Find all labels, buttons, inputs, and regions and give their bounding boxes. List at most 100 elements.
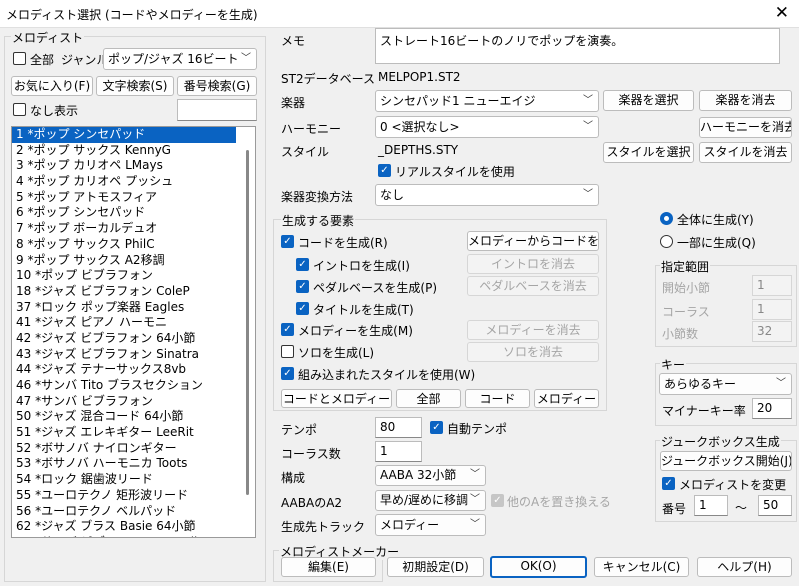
close-icon[interactable]: ✕ bbox=[775, 3, 789, 23]
list-item[interactable]: 8 *ポップ サックス PhilC bbox=[12, 237, 255, 253]
auto-tempo-label: 自動テンポ bbox=[447, 422, 508, 436]
clear-pedal-button[interactable]: ペダルベースを消去 bbox=[467, 276, 599, 296]
track-label: 生成先トラック bbox=[281, 520, 366, 534]
select-style-button[interactable]: スタイルを選択 bbox=[603, 142, 694, 163]
chord-button[interactable]: コード bbox=[465, 389, 530, 408]
solo-checkbox[interactable] bbox=[281, 345, 294, 358]
real-style-checkbox[interactable]: ✓ bbox=[378, 164, 391, 177]
clear-melody-button[interactable]: メロディーを消去 bbox=[467, 320, 599, 340]
harmony-select[interactable]: 0 <選択なし> ﹀ bbox=[375, 116, 599, 138]
number-search-button[interactable]: 番号検索(G) bbox=[177, 76, 257, 96]
list-item[interactable]: 9 *ポップ サックス A2移調 bbox=[12, 253, 255, 269]
clear-instrument-button[interactable]: 楽器を消去 bbox=[699, 90, 792, 111]
list-item[interactable]: 1 *ポップ シンセパッド bbox=[12, 127, 236, 143]
track-value: メロディー bbox=[380, 518, 440, 532]
change-melodist-checkbox[interactable]: ✓ bbox=[662, 477, 675, 490]
builtin-style-checkbox[interactable]: ✓ bbox=[281, 367, 294, 380]
aaba-label: AABAのA2 bbox=[281, 496, 343, 510]
list-item[interactable]: 54 *ロック 鋸歯波リード bbox=[12, 472, 255, 488]
start-bar-input[interactable]: 1 bbox=[752, 275, 792, 296]
list-item[interactable]: 63 *サンバ ビブラフォン TeryGibs bbox=[12, 535, 255, 537]
convert-select[interactable]: なし ﹀ bbox=[375, 184, 599, 206]
range-chorus-input[interactable]: 1 bbox=[752, 299, 792, 320]
list-item[interactable]: 43 *ジャズ ビブラフォン Sinatra bbox=[12, 347, 255, 363]
bar-count-input[interactable]: 32 bbox=[752, 321, 792, 342]
auto-tempo-checkbox[interactable]: ✓ bbox=[430, 421, 443, 434]
none-display-label: なし表示 bbox=[30, 104, 79, 118]
edit-button[interactable]: 編集(E) bbox=[281, 557, 376, 577]
select-instrument-button[interactable]: 楽器を選択 bbox=[603, 90, 694, 111]
minor-rate-label: マイナーキー率 bbox=[662, 404, 746, 418]
text-search-button[interactable]: 文字検索(S) bbox=[96, 76, 174, 96]
ok-button[interactable]: OK(O) bbox=[490, 556, 587, 578]
cancel-button[interactable]: キャンセル(C) bbox=[594, 557, 689, 577]
tempo-input[interactable]: 80 bbox=[375, 417, 422, 438]
melody-button[interactable]: メロディー bbox=[534, 389, 599, 408]
number-to-input[interactable]: 50 bbox=[758, 495, 792, 516]
tilde-label: ～ bbox=[735, 501, 748, 515]
list-item[interactable]: 52 *ボサノバ ナイロンギター bbox=[12, 441, 255, 457]
list-item[interactable]: 51 *ジャズ エレキギター LeeRit bbox=[12, 425, 255, 441]
melodist-group-title: メロディスト bbox=[11, 29, 85, 46]
list-item[interactable]: 4 *ポップ カリオペ プッシュ bbox=[12, 174, 255, 190]
change-melodist-label: メロディストを変更 bbox=[679, 478, 787, 492]
defaults-button[interactable]: 初期設定(D) bbox=[387, 557, 484, 577]
list-item[interactable]: 47 *サンバ ビブラフォン bbox=[12, 394, 255, 410]
list-item[interactable]: 3 *ポップ カリオペ LMays bbox=[12, 158, 255, 174]
list-item[interactable]: 44 *ジャズ テナーサックス8vb bbox=[12, 362, 255, 378]
favorites-button[interactable]: お気に入り(F) bbox=[11, 76, 93, 96]
replace-other-a-checkbox[interactable]: ✓ bbox=[491, 494, 504, 507]
list-item[interactable]: 2 *ポップ サックス KennyG bbox=[12, 143, 255, 159]
number-from-input[interactable]: 1 bbox=[694, 495, 728, 516]
minor-rate-input[interactable]: 20 bbox=[752, 398, 792, 419]
chevron-down-icon: ﹀ bbox=[583, 121, 593, 132]
filter-input[interactable] bbox=[177, 99, 257, 121]
melodist-list[interactable]: 1 *ポップ シンセパッド 2 *ポップ サックス KennyG 3 *ポップ カリ… bbox=[11, 126, 256, 538]
clear-intro-button[interactable]: イントロを消去 bbox=[467, 254, 599, 274]
start-bar-label: 開始小節 bbox=[662, 281, 711, 295]
clear-harmony-button[interactable]: ハーモニーを消去 bbox=[699, 117, 792, 138]
list-item[interactable]: 10 *ポップ ビブラフォン bbox=[12, 268, 255, 284]
help-button[interactable]: ヘルプ(H) bbox=[697, 557, 792, 577]
list-item[interactable]: 7 *ポップ ボーカルデュオ bbox=[12, 221, 255, 237]
list-item[interactable]: 62 *ジャズ ブラス Basie 64小節 bbox=[12, 519, 255, 535]
list-item[interactable]: 6 *ポップ シンセパッド bbox=[12, 205, 255, 221]
list-item[interactable]: 50 *ジャズ 混合コード 64小節 bbox=[12, 409, 255, 425]
pedal-checkbox[interactable]: ✓ bbox=[296, 280, 309, 293]
none-display-checkbox[interactable] bbox=[13, 103, 26, 116]
gen-part-radio[interactable] bbox=[660, 235, 673, 248]
genre-label: ジャンル bbox=[61, 53, 109, 67]
list-scrollbar[interactable] bbox=[246, 150, 249, 495]
chord-from-melody-button[interactable]: メロディーからコードを生成 bbox=[467, 231, 599, 251]
instrument-select[interactable]: シンセパッド1 ニューエイジ ﹀ bbox=[375, 90, 599, 112]
chorus-count-input[interactable]: 1 bbox=[375, 441, 422, 462]
key-select[interactable]: あらゆるキー ﹀ bbox=[659, 373, 792, 395]
gen-all-label: 全体に生成(Y) bbox=[677, 213, 754, 227]
all-checkbox[interactable] bbox=[13, 52, 26, 65]
list-item[interactable]: 53 *ボサノバ ハーモニカ Toots bbox=[12, 456, 255, 472]
chord-checkbox[interactable]: ✓ bbox=[281, 235, 294, 248]
list-item[interactable]: 5 *ポップ アトモスフィア bbox=[12, 190, 255, 206]
intro-checkbox[interactable]: ✓ bbox=[296, 258, 309, 271]
jukebox-start-button[interactable]: ジュークボックス開始(J) bbox=[660, 451, 792, 471]
title-gen-checkbox[interactable]: ✓ bbox=[296, 302, 309, 315]
track-select[interactable]: メロディー ﹀ bbox=[375, 514, 486, 536]
memo-field[interactable]: ストレート16ビートのノリでポップを演奏。 bbox=[375, 28, 780, 64]
list-item[interactable]: 18 *ジャズ ビブラフォン ColeP bbox=[12, 284, 255, 300]
genre-select[interactable]: ポップ/ジャズ 16ビート ﹀ bbox=[103, 48, 257, 70]
aaba-select[interactable]: 早め/遅めに移調 ﹀ bbox=[375, 490, 486, 511]
list-item[interactable]: 41 *ジャズ ピアノ ハーモニ bbox=[12, 315, 255, 331]
list-item[interactable]: 46 *サンバ Tito ブラスセクション bbox=[12, 378, 255, 394]
clear-style-button[interactable]: スタイルを消去 bbox=[699, 142, 792, 163]
list-item[interactable]: 42 *ジャズ ビブラフォン 64小節 bbox=[12, 331, 255, 347]
chord-and-melody-button[interactable]: コードとメロディー bbox=[281, 389, 392, 408]
all-button[interactable]: 全部 bbox=[396, 389, 461, 408]
chevron-down-icon: ﹀ bbox=[470, 519, 480, 530]
list-item[interactable]: 55 *ユーロテクノ 矩形波リード bbox=[12, 488, 255, 504]
clear-solo-button[interactable]: ソロを消去 bbox=[467, 342, 599, 362]
gen-all-radio[interactable] bbox=[660, 212, 673, 225]
list-item[interactable]: 56 *ユーロテクノ ベルパッド bbox=[12, 504, 255, 520]
list-item[interactable]: 37 *ロック ポップ楽器 Eagles bbox=[12, 300, 255, 316]
structure-select[interactable]: AABA 32小節 ﹀ bbox=[375, 465, 486, 486]
melody-checkbox[interactable]: ✓ bbox=[281, 323, 294, 336]
